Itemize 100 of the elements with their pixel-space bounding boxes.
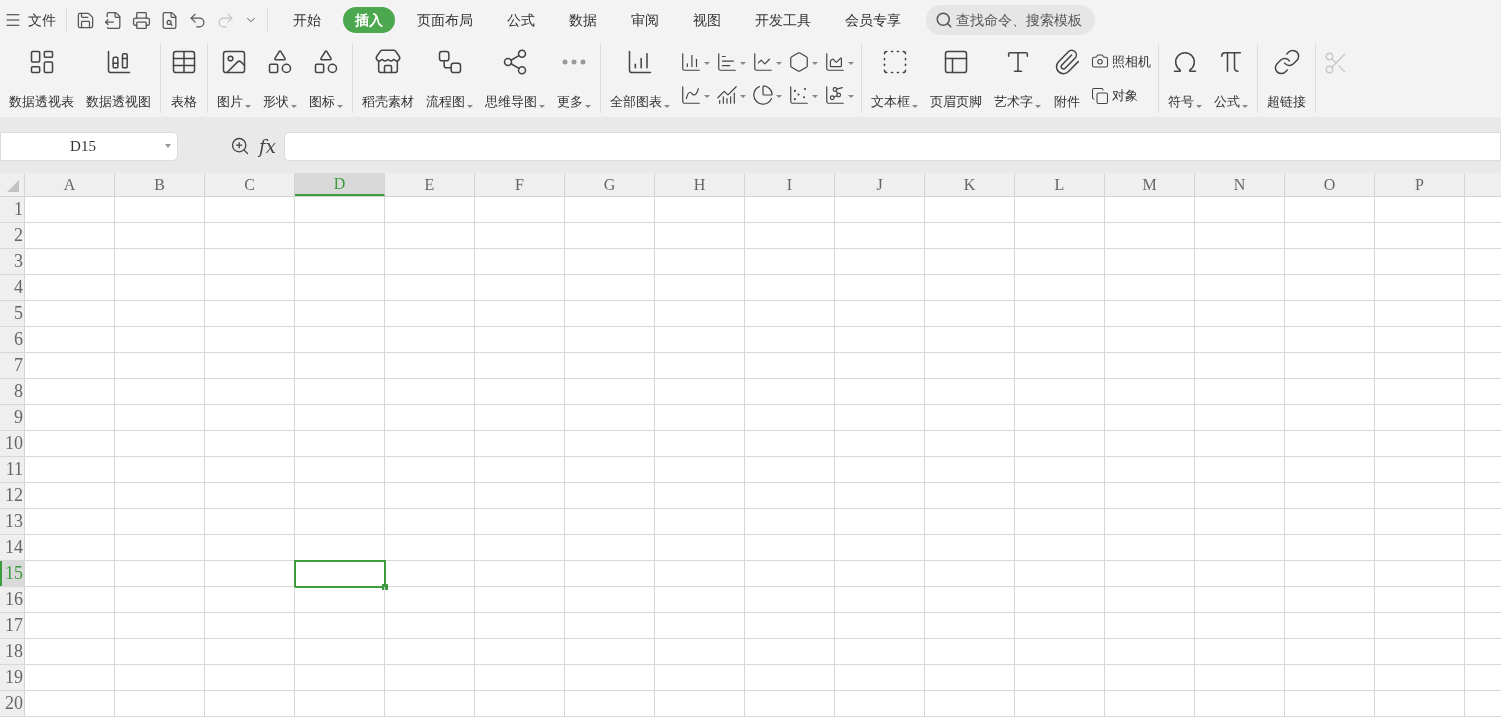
toolbar-button[interactable]	[76, 10, 95, 30]
row-header[interactable]: 14	[0, 535, 25, 560]
ribbon-small-button[interactable]: 照相机	[1091, 51, 1151, 71]
toolbar-button[interactable]	[132, 10, 151, 30]
ribbon-button[interactable]: 图标	[303, 44, 349, 113]
save-icon	[76, 10, 95, 30]
ribbon-button[interactable]: 稻壳素材	[356, 44, 420, 113]
row-header[interactable]: 11	[0, 457, 25, 482]
ribbon-tab[interactable]: 插入	[343, 7, 395, 33]
row-header[interactable]: 10	[0, 431, 25, 456]
column-header[interactable]: E	[385, 173, 475, 196]
chart-type-button[interactable]	[680, 83, 710, 106]
chart-type-button[interactable]	[716, 51, 746, 74]
copy-icon	[1091, 86, 1109, 105]
name-box[interactable]: D15	[0, 131, 178, 161]
ribbon-tab[interactable]: 公式	[495, 7, 547, 33]
row-header[interactable]: 4	[0, 275, 25, 300]
ribbon-tab[interactable]: 会员专享	[833, 7, 913, 33]
column-header[interactable]: M	[1105, 173, 1195, 196]
column-header[interactable]: I	[745, 173, 835, 196]
column-header[interactable]: K	[925, 173, 1015, 196]
row-header[interactable]: 12	[0, 483, 25, 508]
caret-icon	[664, 105, 670, 108]
ribbon-button[interactable]: 形状	[257, 44, 303, 113]
row-header[interactable]: 7	[0, 353, 25, 378]
ribbon-button[interactable]: 数据透视图	[80, 44, 157, 113]
ribbon-button[interactable]: 更多	[551, 44, 597, 113]
column-header[interactable]: N	[1195, 173, 1285, 196]
ribbon-tab[interactable]: 数据	[557, 7, 609, 33]
row-header[interactable]: 16	[0, 587, 25, 612]
ribbon-tab[interactable]: 开始	[281, 7, 333, 33]
chart-type-button[interactable]	[824, 83, 854, 106]
row-header[interactable]: 1	[0, 197, 25, 222]
ribbon-button[interactable]: 页眉页脚	[924, 44, 988, 113]
ribbon-button[interactable]: 超链接	[1261, 44, 1312, 113]
column-header[interactable]: H	[655, 173, 745, 196]
column-header[interactable]: A	[25, 173, 115, 196]
formula-input[interactable]	[283, 131, 1501, 161]
zoom-icon[interactable]	[230, 136, 250, 156]
ribbon-tab[interactable]: 视图	[681, 7, 733, 33]
chart-type-button[interactable]	[752, 51, 782, 74]
table-icon	[170, 48, 198, 76]
ribbon-button[interactable]: 符号	[1162, 44, 1208, 113]
row-header[interactable]: 3	[0, 249, 25, 274]
chart-type-button[interactable]	[752, 83, 782, 106]
caret-icon	[740, 94, 746, 98]
row-header[interactable]: 9	[0, 405, 25, 430]
radar-chart-icon	[788, 51, 810, 74]
chart-type-button[interactable]	[824, 51, 854, 74]
ribbon-button[interactable]: 表格	[164, 44, 204, 113]
ribbon-button[interactable]: 思维导图	[479, 44, 551, 113]
caret-icon	[245, 105, 251, 108]
ribbon-button[interactable]: 文本框	[865, 44, 924, 113]
row-header[interactable]: 18	[0, 639, 25, 664]
ribbon-button[interactable]: 艺术字	[988, 44, 1047, 113]
image-icon	[220, 48, 248, 76]
caret-icon	[812, 62, 818, 66]
column-header[interactable]: F	[475, 173, 565, 196]
chart-type-button[interactable]	[788, 51, 818, 74]
caret-icon	[912, 105, 918, 108]
ribbon-small-button[interactable]: 对象	[1091, 86, 1151, 106]
ribbon-tab[interactable]: 开发工具	[743, 7, 823, 33]
row-header[interactable]: 5	[0, 301, 25, 326]
row-header[interactable]: 2	[0, 223, 25, 248]
ribbon-button[interactable]: 附件	[1047, 44, 1087, 113]
column-header[interactable]: P	[1375, 173, 1465, 196]
active-cell[interactable]	[294, 560, 386, 588]
row-header[interactable]: 8	[0, 379, 25, 404]
row-header[interactable]: 13	[0, 509, 25, 534]
row-header[interactable]: 20	[0, 691, 25, 716]
column-header[interactable]: O	[1285, 173, 1375, 196]
toolbar-button[interactable]	[160, 10, 179, 30]
caret-icon	[812, 94, 818, 98]
caret-icon	[740, 62, 746, 66]
chart-type-button[interactable]	[716, 83, 746, 106]
chart-type-button[interactable]	[680, 51, 710, 74]
chart-type-button[interactable]	[788, 83, 818, 106]
function-label[interactable]: fx	[259, 132, 276, 160]
ribbon-button[interactable]: 图片	[211, 44, 257, 113]
column-header[interactable]: G	[565, 173, 655, 196]
line-chart-icon	[752, 51, 774, 74]
column-header[interactable]: J	[835, 173, 925, 196]
row-header[interactable]: 19	[0, 665, 25, 690]
caret-icon	[539, 105, 545, 108]
ribbon-tab[interactable]: 页面布局	[405, 7, 485, 33]
column-header[interactable]: L	[1015, 173, 1105, 196]
column-header[interactable]: B	[115, 173, 205, 196]
fill-handle-icon[interactable]	[382, 584, 388, 590]
toolbar-button[interactable]	[104, 10, 123, 30]
ribbon-button[interactable]: 数据透视表	[3, 44, 80, 113]
ribbon-button[interactable]: 公式	[1208, 44, 1254, 113]
file-menu-button[interactable]: 文件	[0, 9, 66, 31]
caret-icon	[848, 62, 854, 66]
row-header[interactable]: 17	[0, 613, 25, 638]
page-icon	[942, 48, 970, 76]
search-field[interactable]: 查找命令、搜索模板	[926, 5, 1095, 35]
row-header[interactable]: 6	[0, 327, 25, 352]
ribbon-button[interactable]: 流程图	[420, 44, 479, 113]
ribbon-button[interactable]: 全部图表	[604, 44, 676, 113]
ribbon-tab[interactable]: 审阅	[619, 7, 671, 33]
